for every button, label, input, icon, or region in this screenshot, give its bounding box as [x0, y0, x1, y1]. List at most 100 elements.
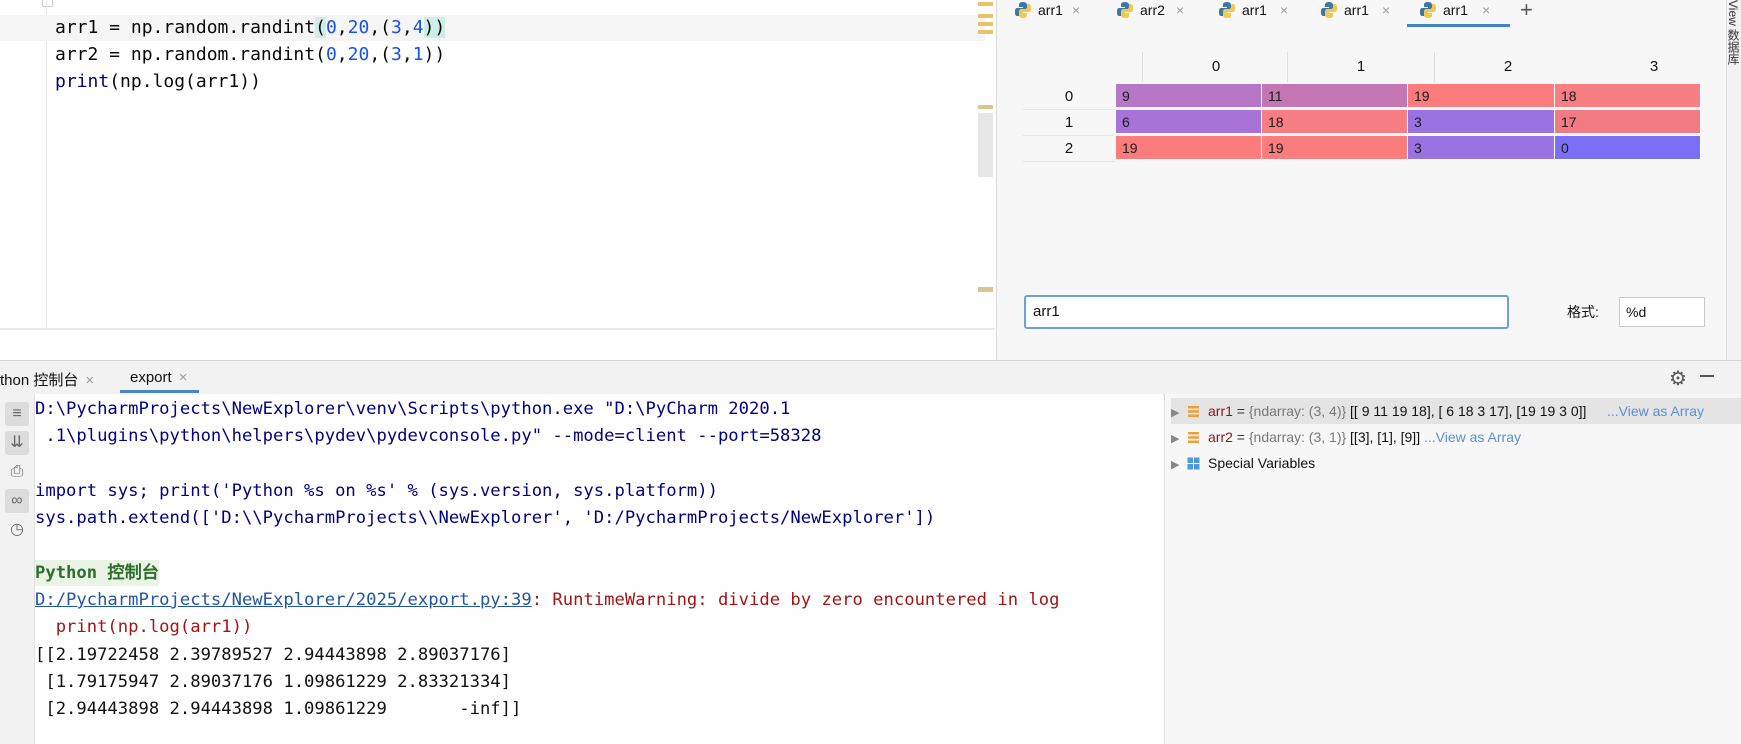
console-line: import sys; print('Python %s on %s' % (s…: [35, 481, 718, 501]
paren-highlight: (: [315, 17, 326, 38]
code-line-1[interactable]: arr1 = np.random.randint(0,20,(3,4)): [55, 14, 446, 41]
close-icon[interactable]: ×: [1280, 0, 1288, 20]
tab-python-console[interactable]: thon 控制台 ×: [0, 369, 94, 390]
variable-row-special[interactable]: ▶ Special Variables: [1171, 450, 1741, 476]
array-cell[interactable]: 11: [1262, 84, 1408, 108]
array-cell[interactable]: 18: [1555, 84, 1701, 108]
array-cell[interactable]: 9: [1116, 84, 1262, 108]
tab-export[interactable]: export ×: [120, 369, 200, 393]
python-icon: [1321, 2, 1337, 18]
close-icon[interactable]: ×: [1072, 0, 1080, 20]
format-input[interactable]: %d: [1619, 297, 1705, 327]
array-icon: [1188, 406, 1199, 417]
variable-eq: =: [1232, 403, 1249, 419]
warning-marker[interactable]: [978, 30, 993, 34]
console-output[interactable]: D:\PycharmProjects\NewExplorer\venv\Scri…: [35, 394, 1163, 744]
console-line: sys.path.extend(['D:\\PycharmProjects\\N…: [35, 508, 936, 528]
array-name-input[interactable]: arr1: [1024, 295, 1509, 329]
special-variables-icon: [1187, 457, 1200, 470]
scroll-marker[interactable]: [978, 105, 993, 109]
column-header[interactable]: 0: [1143, 58, 1289, 75]
console-line: D:\PycharmProjects\NewExplorer\venv\Scri…: [35, 399, 791, 419]
close-icon[interactable]: ×: [1482, 0, 1490, 20]
close-icon[interactable]: ×: [1382, 0, 1390, 20]
paren-highlight: )): [423, 17, 446, 38]
array-cell[interactable]: 19: [1116, 136, 1262, 160]
output-line: [2.94443898 2.94443898 1.09861229 -inf]]: [35, 699, 522, 719]
array-cell[interactable]: 19: [1408, 84, 1555, 108]
python-icon: [1420, 2, 1436, 18]
expand-triangle-icon[interactable]: ▶: [1171, 400, 1187, 424]
array-cell[interactable]: 18: [1262, 110, 1408, 134]
array-cell[interactable]: 6: [1116, 110, 1262, 134]
variable-row-arr2[interactable]: ▶ arr2 = {ndarray: (3, 1)} [[3], [1], [9]…: [1171, 424, 1741, 450]
close-icon[interactable]: ×: [1176, 0, 1184, 20]
column-header[interactable]: 2: [1435, 58, 1581, 75]
number-literal: 0: [325, 44, 337, 65]
scroll-marker[interactable]: [978, 287, 993, 292]
history-icon[interactable]: ◷: [5, 518, 29, 542]
fold-marker-icon[interactable]: [42, 0, 53, 7]
variable-value: [[ 9 11 19 18], [ 6 18 3 17], [19 19 3 0…: [1346, 403, 1587, 419]
scrollbar-thumb[interactable]: [978, 113, 993, 177]
code-text: ,: [336, 17, 348, 38]
file-link[interactable]: D:/PycharmProjects/NewExplorer/2025/expo…: [35, 590, 532, 610]
variable-eq: =: [1232, 429, 1249, 445]
array-cell[interactable]: 0: [1555, 136, 1701, 160]
array-cell[interactable]: 3: [1408, 136, 1555, 160]
scroll-to-end-icon[interactable]: ⇊: [5, 431, 29, 455]
show-variables-icon[interactable]: ∞: [5, 489, 29, 513]
code-editor[interactable]: arr1 = np.random.randint(0,20,(3,4)) arr…: [0, 0, 995, 330]
code-text: ,: [336, 44, 348, 65]
warning-line: D:/PycharmProjects/NewExplorer/2025/expo…: [35, 587, 1059, 613]
right-tool-strip[interactable]: View 数据库: [1726, 0, 1741, 360]
plus-icon[interactable]: +: [1520, 0, 1533, 23]
array-cell[interactable]: 19: [1262, 136, 1408, 160]
console-line: .1\plugins\python\helpers\pydev\pydevcon…: [35, 426, 822, 446]
warning-marker[interactable]: [978, 2, 993, 6]
column-header[interactable]: 3: [1581, 58, 1727, 75]
warning-marker[interactable]: [978, 22, 993, 26]
number-literal: 3: [391, 17, 402, 38]
variable-name: arr2: [1208, 429, 1233, 445]
tab-label: arr1: [1242, 2, 1267, 18]
array-cell[interactable]: 3: [1408, 110, 1555, 134]
tab-label: export: [130, 369, 172, 386]
code-text: ,: [401, 44, 413, 65]
expand-triangle-icon[interactable]: ▶: [1171, 452, 1187, 476]
python-icon: [1117, 2, 1133, 18]
output-line: [1.79175947 2.89037176 1.09861229 2.8332…: [35, 672, 511, 692]
row-header[interactable]: 0: [1023, 84, 1115, 110]
number-literal: 20: [347, 17, 370, 38]
gear-icon[interactable]: ⚙: [1669, 366, 1687, 391]
number-literal: 4: [412, 17, 424, 38]
code-text: ,(: [369, 44, 391, 65]
array-icon: [1188, 432, 1199, 443]
number-literal: 20: [347, 44, 370, 65]
expand-triangle-icon[interactable]: ▶: [1171, 426, 1187, 450]
view-as-array-link[interactable]: ...View as Array: [1607, 398, 1711, 424]
number-literal: 0: [325, 17, 337, 38]
warning-marker[interactable]: [978, 14, 993, 18]
sciview-tabs: arr1 × arr2 × arr1 × arr1 × arr1 × +: [997, 0, 1726, 27]
column-header[interactable]: 1: [1288, 58, 1434, 75]
console-toolbar: ≡ ⇊ ⎙ ∞ ◷: [0, 394, 35, 744]
editor-bottom-border: [0, 328, 995, 330]
sciview-side-label[interactable]: View 数据库: [1726, 0, 1741, 65]
view-as-array-link[interactable]: ...View as Array: [1424, 429, 1521, 445]
output-line: [[2.19722458 2.39789527 2.94443898 2.890…: [35, 645, 511, 665]
print-icon[interactable]: ⎙: [5, 460, 29, 484]
code-line-2[interactable]: arr2 = np.random.randint(0,20,(3,1)): [55, 41, 445, 68]
code-text: arr1 = np.random.randint: [55, 17, 316, 38]
row-header[interactable]: 1: [1023, 110, 1115, 136]
tab-label: thon 控制台: [0, 372, 79, 389]
minimize-icon[interactable]: [1700, 375, 1714, 377]
row-header[interactable]: 2: [1023, 136, 1115, 162]
close-icon[interactable]: ×: [85, 372, 94, 389]
tab-arr1-active[interactable]: arr1 ×: [1407, 0, 1510, 27]
code-line-3[interactable]: print(np.log(arr1)): [55, 68, 261, 95]
array-cell[interactable]: 17: [1555, 110, 1701, 134]
code-text: (np.log(arr1)): [109, 71, 261, 92]
close-icon[interactable]: ×: [179, 369, 188, 386]
soft-wrap-icon[interactable]: ≡: [5, 402, 29, 426]
